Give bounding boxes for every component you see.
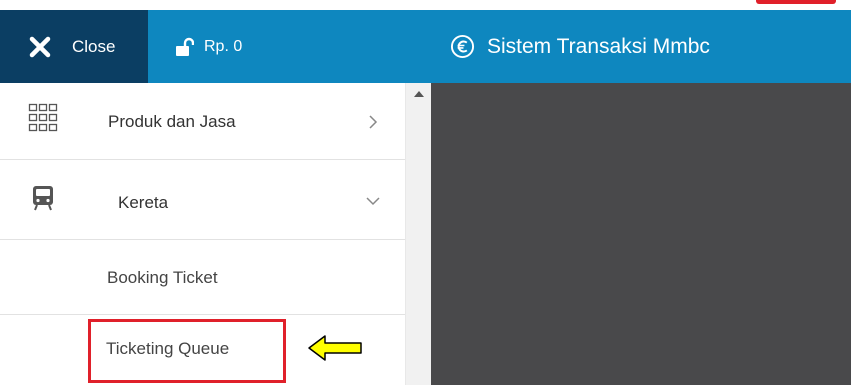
top-strip	[0, 0, 851, 10]
grid-icon	[28, 103, 58, 132]
subitem-label: Booking Ticket	[107, 268, 218, 287]
close-label: Close	[72, 36, 116, 56]
chevron-right-icon	[369, 115, 378, 129]
sidebar-scrollbar[interactable]	[405, 83, 431, 385]
app-title: Sistem Transaksi Mmbc	[450, 10, 710, 83]
app-title-text: Sistem Transaksi Mmbc	[487, 34, 710, 58]
chevron-down-icon	[366, 197, 380, 206]
sidebar-item-kereta[interactable]: Kereta	[0, 160, 405, 240]
unlock-icon	[176, 37, 194, 56]
main-content-area	[431, 83, 851, 385]
red-annotation-fragment	[756, 0, 836, 4]
scroll-up-arrow-icon[interactable]	[414, 91, 424, 97]
close-icon	[29, 36, 51, 57]
yellow-pointer-arrow-icon	[308, 335, 362, 361]
train-icon	[33, 186, 53, 211]
close-button[interactable]: Close	[0, 10, 148, 83]
balance-label: Rp. 0	[204, 37, 243, 55]
sidebar-item-label: Produk dan Jasa	[108, 112, 236, 131]
balance-button[interactable]: Rp. 0	[148, 10, 242, 83]
top-bar: Close Rp. 0 Sistem Transaksi Mmbc	[0, 10, 851, 83]
sidebar-subitem-booking-ticket[interactable]: Booking Ticket	[0, 240, 405, 315]
sidebar-item-produk-dan-jasa[interactable]: Produk dan Jasa	[0, 83, 405, 160]
sidebar-item-label: Kereta	[118, 193, 169, 212]
subitem-label: Ticketing Queue	[106, 339, 230, 358]
app-logo-icon	[450, 34, 475, 59]
